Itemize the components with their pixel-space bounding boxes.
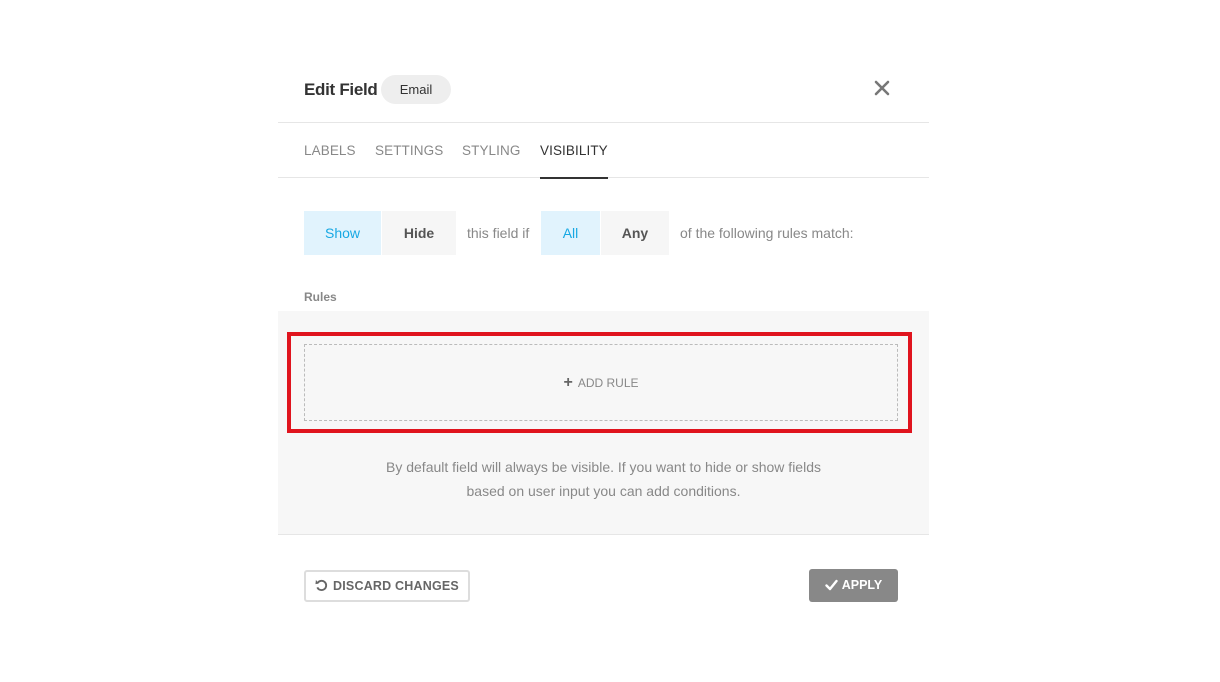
plus-icon: + [563, 374, 573, 391]
modal-title: Edit Field [304, 80, 378, 99]
condition-tail-text: of the following rules match: [680, 225, 854, 241]
visibility-condition-bar: Show Hide this field if All Any of the f… [304, 211, 904, 255]
modal-header: Edit Field Email [278, 56, 929, 123]
rules-hint-line1: By default field will always be visible.… [386, 459, 821, 475]
hide-toggle[interactable]: Hide [382, 211, 456, 255]
tab-visibility[interactable]: VISIBILITY [540, 123, 608, 179]
rules-hint: By default field will always be visible.… [278, 455, 929, 503]
tab-styling[interactable]: STYLING [462, 123, 520, 178]
match-all-toggle[interactable]: All [541, 211, 600, 255]
match-any-toggle[interactable]: Any [601, 211, 669, 255]
discard-label: DISCARD CHANGES [333, 579, 459, 593]
apply-button[interactable]: APPLY [809, 569, 898, 602]
add-rule-button[interactable]: + ADD RULE [304, 344, 898, 421]
show-toggle[interactable]: Show [304, 211, 381, 255]
undo-icon [315, 579, 328, 591]
condition-middle-text: this field if [467, 225, 530, 241]
apply-label: APPLY [841, 578, 883, 592]
tab-bar: LABELS SETTINGS STYLING VISIBILITY [278, 123, 929, 179]
rules-heading: Rules [304, 290, 337, 304]
checkmark-icon [825, 579, 838, 591]
rules-panel: + ADD RULE By default field will always b… [278, 311, 929, 535]
edit-field-modal: Edit Field Email LABELS SETTINGS STYLING… [278, 56, 929, 626]
tab-labels[interactable]: LABELS [304, 123, 356, 178]
tab-settings[interactable]: SETTINGS [375, 123, 443, 178]
discard-changes-button[interactable]: DISCARD CHANGES [304, 570, 470, 602]
rules-hint-line2: based on user input you can add conditio… [466, 483, 741, 499]
field-type-badge: Email [381, 75, 451, 104]
close-icon[interactable] [871, 77, 893, 99]
add-rule-label: ADD RULE [577, 376, 639, 390]
